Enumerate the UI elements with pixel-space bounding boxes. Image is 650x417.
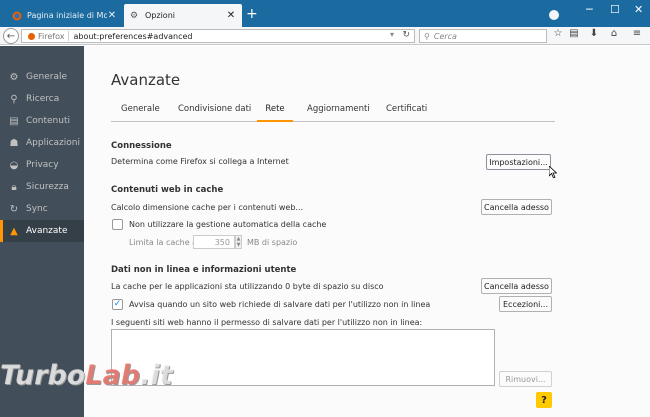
- offline-notify-label: Avvisa quando un sito web richiede di sa…: [129, 300, 431, 309]
- sidebar-item-label: Applicazioni: [26, 138, 80, 148]
- navigation-bar: ← Firefox about:preferences#advanced ▾ ↻…: [0, 27, 650, 45]
- sidebar-item-sync[interactable]: ↻ Sync: [0, 198, 84, 220]
- page-title: Avanzate: [111, 71, 181, 89]
- sidebar-item-label: Generale: [26, 72, 68, 82]
- firefox-icon: [12, 11, 22, 20]
- search-placeholder: Cerca: [433, 31, 457, 41]
- lock-icon: 🔒︎: [11, 181, 17, 193]
- sidebar-item-generale[interactable]: ⚙ Generale: [0, 66, 84, 88]
- section-heading-cache: Contenuti web in cache: [111, 185, 224, 195]
- sidebar-item-privacy[interactable]: ◒ Privacy: [0, 154, 84, 176]
- cache-limit-stepper[interactable]: ▲ ▼: [235, 235, 242, 249]
- bookmark-star-icon[interactable]: ☆: [551, 28, 565, 44]
- watermark-part1: Turbo: [0, 360, 86, 391]
- sidebar-item-label: Privacy: [26, 160, 59, 170]
- close-window-icon[interactable]: ✕: [634, 3, 643, 16]
- search-icon: ⚲: [10, 93, 18, 105]
- clear-offline-button[interactable]: Cancella adesso: [481, 278, 552, 294]
- cache-override-label: Non utilizzare la gestione automatica de…: [129, 220, 327, 229]
- offline-description: La cache per le applicazioni sta utilizz…: [111, 282, 384, 291]
- tab-condivisione-dati[interactable]: Condivisione dati: [178, 99, 251, 122]
- maximize-icon[interactable]: ☐: [610, 3, 620, 16]
- tab-options[interactable]: ⚙ Opzioni ✕: [124, 4, 242, 27]
- offline-notify-checkbox[interactable]: ✓: [112, 299, 123, 310]
- gear-icon: ⚙: [130, 10, 139, 21]
- offline-sites-label: I seguenti siti web hanno il permesso di…: [111, 318, 423, 327]
- home-icon[interactable]: ⌂: [607, 28, 621, 44]
- search-icon: ⚲: [424, 31, 430, 41]
- sidebar-item-label: Sync: [26, 204, 48, 214]
- tab-certificati[interactable]: Certificati: [386, 99, 427, 122]
- tab-title: Pagina iniziale di Mozilla F...: [27, 11, 107, 20]
- sidebar-item-label: Contenuti: [26, 116, 70, 126]
- new-tab-button[interactable]: +: [246, 6, 258, 22]
- download-icon[interactable]: ⬇: [587, 28, 601, 44]
- watermark-part3: .it: [140, 360, 173, 391]
- exceptions-button[interactable]: Eccezioni...: [499, 296, 552, 312]
- identity-label: Firefox: [38, 31, 65, 41]
- cache-limit-unit: MB di spazio: [247, 238, 298, 247]
- profile-icon[interactable]: [549, 10, 559, 20]
- cache-limit-label: Limita la cache a: [129, 238, 198, 247]
- section-heading-offline: Dati non in linea e informazioni utente: [111, 265, 297, 275]
- sidebar-item-sicurezza[interactable]: 🔒︎ Sicurezza: [0, 176, 84, 198]
- cache-limit-input[interactable]: 350: [193, 235, 235, 249]
- sidebar-item-applicazioni[interactable]: ☗ Applicazioni: [0, 132, 84, 154]
- clear-cache-button[interactable]: Cancella adesso: [481, 199, 552, 215]
- tab-rete[interactable]: Rete: [257, 99, 293, 122]
- tab-title: Opzioni: [145, 11, 175, 20]
- clipboard-icon[interactable]: ▤: [567, 28, 581, 44]
- url-text[interactable]: about:preferences#advanced: [73, 32, 192, 41]
- firefox-icon: [28, 32, 35, 40]
- sidebar-item-contenuti[interactable]: ▤ Contenuti: [0, 110, 84, 132]
- subtab-bar: Generale Condivisione dati Rete Aggiorna…: [111, 99, 555, 122]
- search-input[interactable]: ⚲ Cerca: [419, 29, 547, 43]
- url-bar[interactable]: Firefox about:preferences#advanced ▾ ↻: [21, 29, 415, 43]
- cache-override-checkbox[interactable]: [112, 219, 123, 230]
- watermark-logo: TurboLab.it: [0, 360, 173, 400]
- help-button[interactable]: ?: [536, 392, 552, 408]
- gear-icon: ⚙: [9, 71, 19, 83]
- identity-box[interactable]: Firefox: [28, 32, 64, 41]
- close-tab-icon[interactable]: ✕: [226, 10, 236, 21]
- sync-icon: ↻: [9, 203, 19, 215]
- sidebar-item-label: Sicurezza: [26, 182, 69, 192]
- close-tab-icon[interactable]: ✕: [107, 10, 117, 21]
- minimize-icon[interactable]: ─: [586, 3, 593, 16]
- watermark-part2: Lab: [85, 360, 141, 391]
- remove-site-button[interactable]: Rimuovi...: [499, 371, 552, 387]
- sidebar-item-label: Avanzate: [26, 226, 68, 236]
- document-icon: ▤: [9, 115, 19, 127]
- applications-icon: ☗: [9, 137, 19, 149]
- chevron-down-icon[interactable]: ▾: [390, 30, 394, 39]
- mask-icon: ◒: [9, 159, 19, 171]
- sidebar-item-avanzate[interactable]: ▲ Avanzate: [0, 220, 84, 242]
- tab-strip: Pagina iniziale di Mozilla F... ✕ ⚙ Opzi…: [0, 0, 650, 27]
- reload-icon[interactable]: ↻: [402, 30, 410, 40]
- mouse-cursor-icon: [549, 166, 557, 178]
- back-button[interactable]: ←: [3, 28, 19, 44]
- connection-settings-button[interactable]: Impostazioni...: [486, 154, 551, 170]
- wizard-hat-icon: ▲: [10, 225, 18, 237]
- tab-generale[interactable]: Generale: [121, 99, 160, 122]
- url-separator: [68, 31, 70, 41]
- sidebar-item-ricerca[interactable]: ⚲ Ricerca: [0, 88, 84, 110]
- menu-icon[interactable]: ≡: [630, 28, 644, 44]
- cache-description: Calcolo dimensione cache per i contenuti…: [111, 203, 304, 212]
- connection-description: Determina come Firefox si collega a Inte…: [111, 157, 289, 166]
- tab-aggiornamenti[interactable]: Aggiornamenti: [307, 99, 370, 122]
- sidebar-item-label: Ricerca: [26, 94, 60, 104]
- tab-mozilla-home[interactable]: Pagina iniziale di Mozilla F... ✕: [6, 4, 123, 27]
- section-heading-connessione: Connessione: [111, 141, 172, 151]
